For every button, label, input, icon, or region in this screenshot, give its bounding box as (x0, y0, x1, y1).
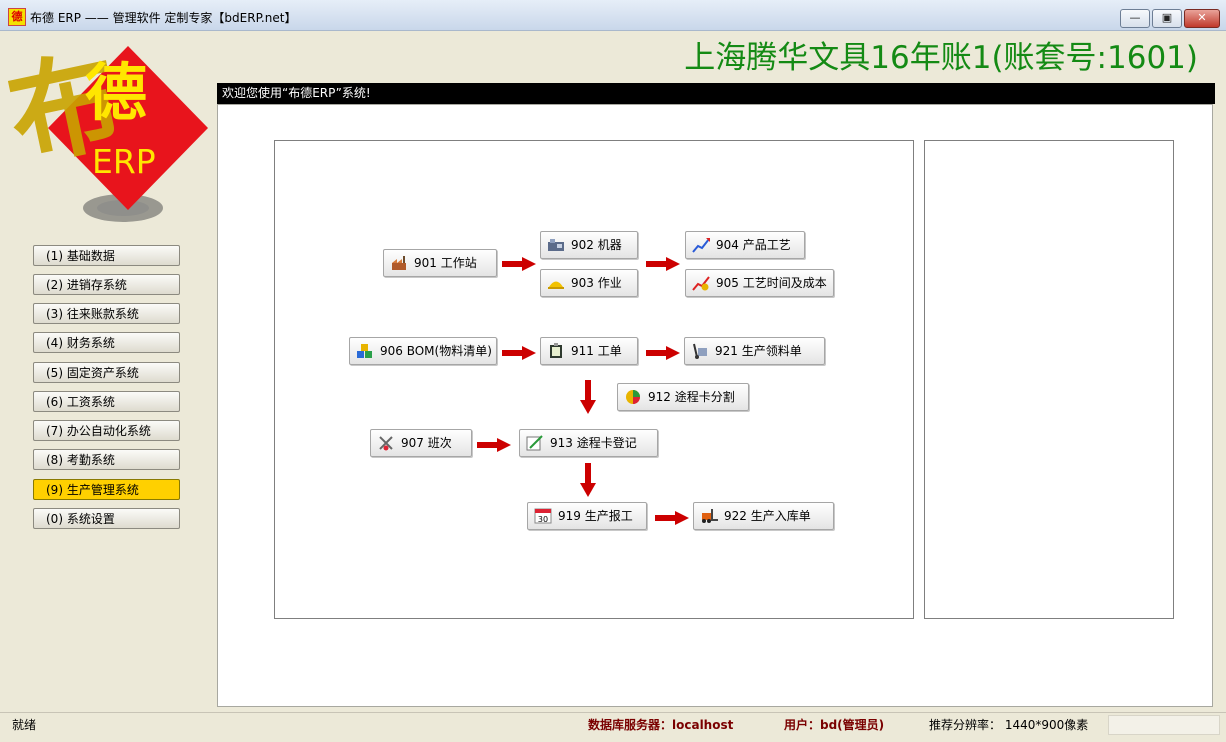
maximize-button[interactable]: ▣ (1152, 9, 1182, 28)
flow-arrow-down (580, 463, 596, 497)
operation-button[interactable]: 903 作业 (540, 269, 638, 297)
shift-button[interactable]: 907 班次 (370, 429, 472, 457)
welcome-bar: 欢迎您使用“布德ERP”系统! (217, 83, 1215, 104)
minimize-button[interactable]: — (1120, 9, 1150, 28)
clipboard-icon (550, 343, 562, 358)
tools-icon (379, 436, 393, 451)
status-bar: 就绪 数据库服务器：localhost 用户：bd(管理员) 推荐分辨率： 14… (0, 712, 1226, 742)
menu-finance[interactable]: (4) 财务系统 (33, 332, 180, 353)
workstation-button[interactable]: 901 工作站 (383, 249, 497, 277)
logo-char: 德 (85, 56, 148, 129)
flow-arrow-right (646, 257, 680, 271)
flow-arrow-right (646, 346, 680, 360)
chart-cost-icon (692, 276, 710, 291)
app-icon: 德 (8, 8, 26, 26)
handtruck-icon (693, 343, 707, 359)
factory-icon (392, 256, 406, 270)
machine-icon (548, 239, 564, 251)
logo: 布 德 ERP (0, 34, 210, 226)
process-cost-button[interactable]: 905 工艺时间及成本 (685, 269, 834, 297)
material-requisition-button[interactable]: 921 生产领料单 (684, 337, 825, 365)
window-title: 布德 ERP —— 管理软件 定制专家【bdERP.net】 (30, 11, 297, 25)
production-receipt-button[interactable]: 922 生产入库单 (693, 502, 834, 530)
calendar-day: 30 (538, 515, 548, 524)
menu-accounts[interactable]: (3) 往来账款系统 (33, 303, 180, 324)
menu-settings[interactable]: (0) 系统设置 (33, 508, 180, 529)
minimize-icon: — (1129, 11, 1141, 24)
status-grip (1108, 715, 1220, 735)
flow-arrow-right (477, 438, 511, 452)
calendar-icon: 30 (534, 508, 552, 524)
menu-attendance[interactable]: (8) 考勤系统 (33, 449, 180, 470)
close-icon: ✕ (1197, 11, 1207, 24)
logo-text: ERP (92, 142, 156, 181)
flow-arrow-right (502, 257, 536, 271)
forklift-icon (702, 509, 718, 523)
routing-register-button[interactable]: 913 途程卡登记 (519, 429, 658, 457)
chart-up-icon (692, 238, 710, 253)
menu-basic-data[interactable]: (1) 基础数据 (33, 245, 180, 266)
status-ready: 就绪 (12, 718, 37, 732)
flow-arrow-down (580, 380, 596, 414)
title-bar: 德 布德 ERP —— 管理软件 定制专家【bdERP.net】 — ▣ ✕ (0, 0, 1226, 31)
edit-icon (526, 435, 543, 451)
menu-office-automation[interactable]: (7) 办公自动化系统 (33, 420, 180, 441)
production-report-button[interactable]: 30 919 生产报工 (527, 502, 647, 530)
company-title: 上海腾华文具16年账1(账套号:1601) (684, 40, 1198, 76)
menu-inventory[interactable]: (2) 进销存系统 (33, 274, 180, 295)
work-order-button[interactable]: 911 工单 (540, 337, 638, 365)
flow-arrow-right (655, 511, 689, 525)
routing-split-button[interactable]: 912 途程卡分割 (617, 383, 749, 411)
close-button[interactable]: ✕ (1184, 9, 1220, 28)
hardhat-icon (548, 281, 564, 289)
status-user: 用户：bd(管理员) (784, 718, 885, 732)
pie-icon (626, 390, 640, 404)
menu-fixed-assets[interactable]: (5) 固定资产系统 (33, 362, 180, 383)
maximize-icon: ▣ (1161, 11, 1173, 24)
menu-payroll[interactable]: (6) 工资系统 (33, 391, 180, 412)
product-process-button[interactable]: 904 产品工艺 (685, 231, 805, 259)
side-panel (924, 140, 1174, 619)
status-db-server: 数据库服务器：localhost (588, 718, 734, 732)
bom-button[interactable]: 906 BOM(物料清单) (349, 337, 497, 365)
machine-button[interactable]: 902 机器 (540, 231, 638, 259)
menu-production[interactable]: (9) 生产管理系统 (33, 479, 180, 500)
blocks-icon (357, 344, 372, 358)
status-resolution: 推荐分辨率： 1440*900像素 (929, 718, 1089, 732)
flow-arrow-right (502, 346, 536, 360)
